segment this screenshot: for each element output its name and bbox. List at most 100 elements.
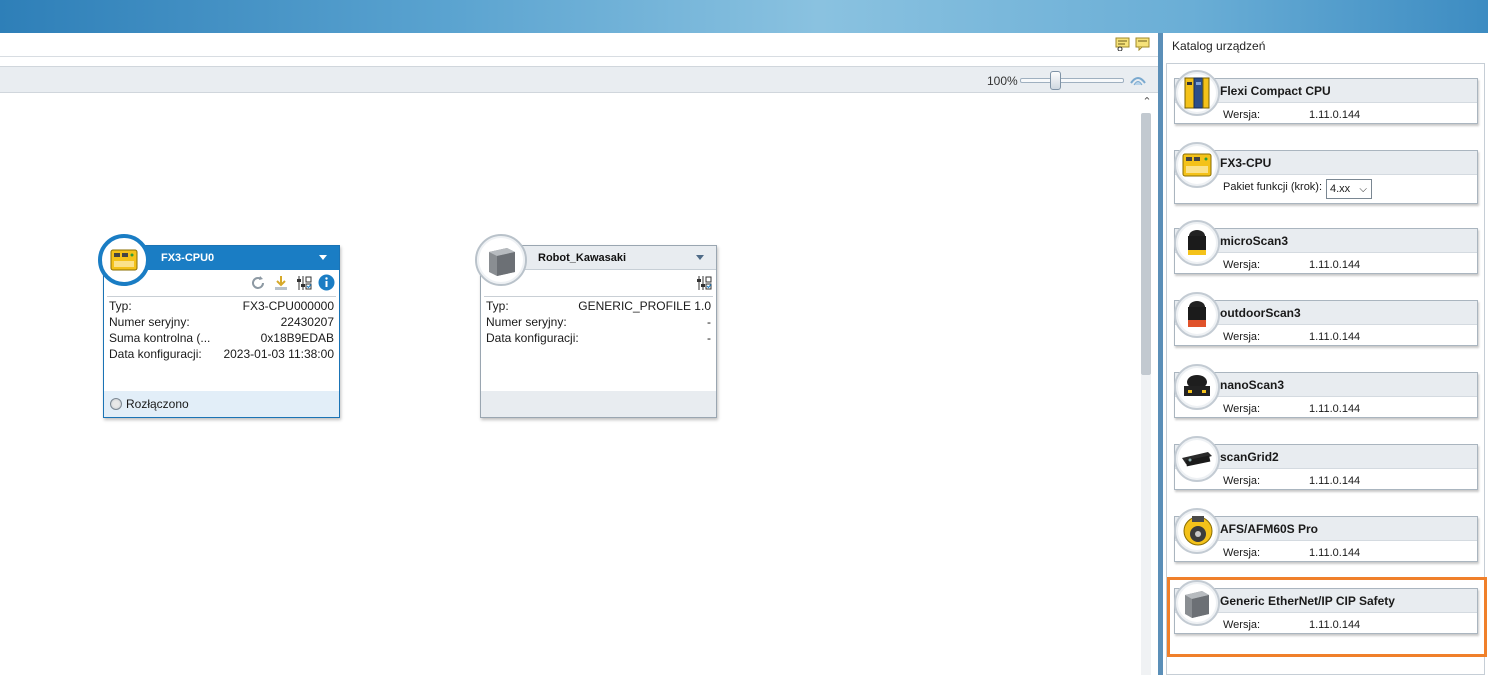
device-row-serial: Numer seryjny: 22430207	[109, 315, 334, 331]
catalog-item-header: AFS/AFM60S Pro	[1175, 517, 1477, 541]
connection-status-icon	[110, 398, 122, 410]
zoom-slider-track[interactable]	[1020, 78, 1124, 83]
catalog-item-value: 1.11.0.144	[1309, 109, 1361, 121]
catalog-item-box[interactable]: Flexi Compact CPU Wersja: 1.11.0.144	[1174, 78, 1478, 124]
settings-list-icon[interactable]	[295, 274, 312, 291]
device-name: FX3-CPU0	[161, 252, 215, 264]
device-card-footer: Rozłączono	[104, 391, 339, 417]
device-toolbar	[249, 274, 335, 292]
canvas-vertical-scrollbar[interactable]: ⌃	[1136, 93, 1158, 675]
device-name: Robot_Kawasaki	[538, 252, 627, 264]
catalog-item-afs-afm60s-pro[interactable]: AFS/AFM60S Pro Wersja: 1.11.0.144	[1174, 508, 1478, 562]
catalog-item-value: 1.11.0.144	[1309, 331, 1361, 343]
row-key: Typ:	[486, 299, 509, 313]
zoom-fit-icon[interactable]	[1129, 73, 1147, 87]
row-value: -	[707, 315, 711, 329]
catalog-item-key: Wersja:	[1223, 331, 1261, 343]
device-row-serial: Numer seryjny: -	[486, 315, 711, 331]
catalog-item-name: microScan3	[1220, 234, 1289, 248]
catalog-item-value: 1.11.0.144	[1309, 403, 1361, 415]
row-value: FX3-CPU000000	[242, 299, 334, 313]
row-value: GENERIC_PROFILE 1.0	[578, 299, 711, 313]
catalog-item-box[interactable]: outdoorScan3 Wersja: 1.11.0.144	[1174, 300, 1478, 346]
nanoscan3-icon	[1174, 364, 1220, 410]
connection-status-text: Rozłączono	[126, 397, 189, 411]
row-key: Numer seryjny:	[486, 315, 567, 329]
device-toolbar	[695, 274, 712, 292]
catalog-item-flexi-compact-cpu[interactable]: Flexi Compact CPU Wersja: 1.11.0.144	[1174, 70, 1478, 124]
catalog-item-outdoorscan3[interactable]: outdoorScan3 Wersja: 1.11.0.144	[1174, 292, 1478, 346]
catalog-item-fx3-cpu[interactable]: FX3-CPU Pakiet funkcji (krok): 4.xx ⌵	[1174, 142, 1478, 204]
network-canvas[interactable]: FX3-CPU0 Typ: FX3-CPU000000 Numer seryjn…	[0, 93, 1136, 675]
row-value: -	[707, 331, 711, 345]
scrollbar-track[interactable]	[1141, 375, 1151, 675]
catalog-item-microscan3[interactable]: microScan3 Wersja: 1.11.0.144	[1174, 220, 1478, 274]
catalog-item-value: 1.11.0.144	[1309, 475, 1361, 487]
device-card-robot-kawasaki[interactable]: Robot_Kawasaki Typ: GENERIC_PROFILE 1.0 …	[475, 234, 717, 418]
catalog-item-header: outdoorScan3	[1175, 301, 1477, 325]
refresh-icon[interactable]	[249, 274, 266, 291]
device-row-config-date: Data konfiguracji: -	[486, 331, 711, 347]
device-row-checksum: Suma kontrolna (... 0x18B9EDAB	[109, 331, 334, 347]
catalog-item-key: Wersja:	[1223, 475, 1261, 487]
scroll-up-icon[interactable]: ⌃	[1141, 97, 1153, 108]
select-value: 4.xx	[1330, 183, 1351, 195]
canvas-top-toolbar	[0, 33, 1158, 57]
device-menu-dropdown-icon[interactable]	[696, 255, 704, 260]
catalog-item-header: FX3-CPU	[1175, 151, 1477, 175]
scrollbar-thumb[interactable]	[1141, 113, 1151, 375]
catalog-item-value: 1.11.0.144	[1309, 259, 1361, 271]
download-icon[interactable]	[272, 274, 289, 291]
fx3-cpu-icon	[1174, 142, 1220, 188]
device-card-divider	[107, 296, 336, 297]
device-card-footer	[481, 391, 716, 417]
catalog-item-header: nanoScan3	[1175, 373, 1477, 397]
catalog-item-header: microScan3	[1175, 229, 1477, 253]
scangrid2-icon	[1174, 436, 1220, 482]
device-row-type: Typ: FX3-CPU000000	[109, 299, 334, 315]
flexi-compact-icon	[1174, 70, 1220, 116]
device-row-type: Typ: GENERIC_PROFILE 1.0	[486, 299, 711, 315]
catalog-item-key: Wersja:	[1223, 109, 1261, 121]
row-value: 22430207	[280, 315, 334, 329]
zoom-toolbar: 100%	[0, 66, 1158, 93]
notes-show-icon[interactable]	[1115, 37, 1131, 52]
catalog-item-box[interactable]: AFS/AFM60S Pro Wersja: 1.11.0.144	[1174, 516, 1478, 562]
function-package-select[interactable]: 4.xx ⌵	[1326, 179, 1372, 199]
chevron-down-icon: ⌵	[1359, 184, 1367, 195]
catalog-item-box[interactable]: nanoScan3 Wersja: 1.11.0.144	[1174, 372, 1478, 418]
zoom-label: 100%	[987, 74, 1018, 88]
info-icon[interactable]	[318, 274, 335, 291]
row-key: Typ:	[109, 299, 132, 313]
notes-add-icon[interactable]	[1135, 37, 1151, 52]
catalog-item-name: scanGrid2	[1220, 450, 1279, 464]
catalog-item-name: nanoScan3	[1220, 378, 1285, 392]
catalog-item-name: Flexi Compact CPU	[1220, 84, 1331, 98]
catalog-item-key: Wersja:	[1223, 547, 1261, 559]
row-key: Numer seryjny:	[109, 315, 190, 329]
catalog-item-box[interactable]: FX3-CPU Pakiet funkcji (krok): 4.xx ⌵	[1174, 150, 1478, 204]
catalog-item-box[interactable]: scanGrid2 Wersja: 1.11.0.144	[1174, 444, 1478, 490]
row-key: Data konfiguracji:	[109, 347, 202, 361]
catalog-item-key: Wersja:	[1223, 403, 1261, 415]
catalog-title: Katalog urządzeń	[1172, 39, 1266, 53]
catalog-item-header: Flexi Compact CPU	[1175, 79, 1477, 103]
catalog-item-header: scanGrid2	[1175, 445, 1477, 469]
row-key: Data konfiguracji:	[486, 331, 579, 345]
outdoorscan3-icon	[1174, 292, 1220, 338]
encoder-icon	[1174, 508, 1220, 554]
zoom-slider-thumb[interactable]	[1050, 71, 1061, 90]
title-bar	[0, 0, 1488, 33]
catalog-item-nanoscan3[interactable]: nanoScan3 Wersja: 1.11.0.144	[1174, 364, 1478, 418]
settings-list-icon[interactable]	[695, 274, 712, 291]
catalog-item-box[interactable]: microScan3 Wersja: 1.11.0.144	[1174, 228, 1478, 274]
row-value: 2023-01-03 11:38:00	[223, 347, 334, 361]
row-key: Suma kontrolna (...	[109, 331, 211, 345]
device-menu-dropdown-icon[interactable]	[319, 255, 327, 260]
catalog-item-name: outdoorScan3	[1220, 306, 1301, 320]
catalog-item-scangrid2[interactable]: scanGrid2 Wersja: 1.11.0.144	[1174, 436, 1478, 490]
generic-device-icon	[475, 234, 527, 286]
device-card-divider	[484, 296, 713, 297]
device-card-fx3-cpu0[interactable]: FX3-CPU0 Typ: FX3-CPU000000 Numer seryjn…	[98, 234, 340, 418]
row-value: 0x18B9EDAB	[260, 331, 334, 345]
